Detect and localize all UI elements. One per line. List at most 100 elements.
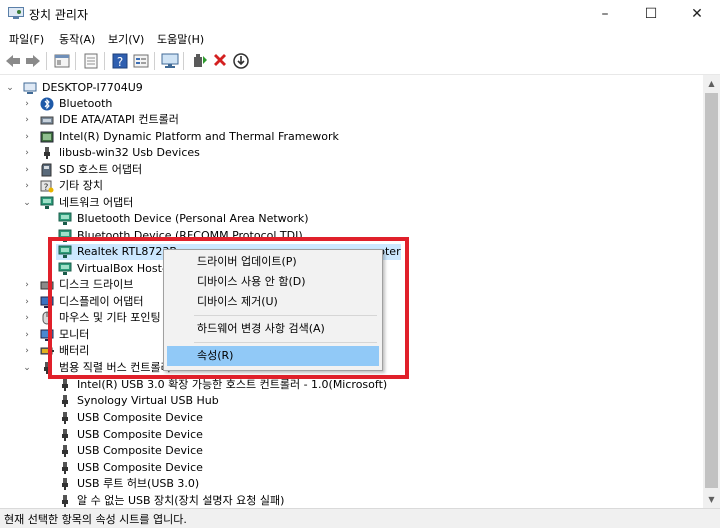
tree-item-label: USB Composite Device [77,411,203,424]
ide-controller-icon [40,116,54,125]
usb-plug-icon [62,445,68,457]
add-driver-icon[interactable] [191,52,209,70]
tree-item-label: USB Composite Device [77,428,203,441]
expand-chevron-icon[interactable]: › [22,343,32,359]
uninstall-x-icon[interactable] [211,52,229,70]
status-bar: 현재 선택한 항목의 속성 시트를 엽니다. [0,508,720,528]
tree-item-label: libusb-win32 Usb Devices [59,146,200,159]
bluetooth-icon [40,97,54,111]
toolbar: ? [0,48,720,75]
computer-icon [23,82,37,94]
vertical-scrollbar[interactable]: ▲ ▼ [703,75,720,508]
expand-chevron-icon[interactable]: › [22,294,32,310]
tree-item-label: USB Composite Device [77,444,203,457]
view-icon[interactable] [132,52,150,70]
tree-item[interactable]: › Intel(R) Dynamic Platform and Thermal … [0,129,400,145]
update-driver-down-icon[interactable] [232,52,250,70]
expand-chevron-icon[interactable]: › [22,96,32,112]
collapse-chevron-icon[interactable]: ⌄ [22,195,32,211]
tree-item[interactable]: › libusb-win32 Usb Devices [0,145,400,161]
usb-plug-icon [44,147,50,159]
expand-chevron-icon[interactable]: › [22,277,32,293]
chip-icon [40,131,54,143]
tree-item[interactable]: 알 수 없는 USB 장치(장치 설명자 요청 실패) [0,493,400,508]
network-adapter-icon [40,196,54,209]
menu-action[interactable]: 동작(A) [59,31,95,47]
usb-plug-icon [62,379,68,391]
expand-chevron-icon[interactable]: › [22,145,32,161]
usb-plug-icon [62,412,68,424]
tree-item-label: Synology Virtual USB Hub [77,394,219,407]
tree-item[interactable]: Intel(R) USB 3.0 확장 가능한 호스트 컨트롤러 - 1.0(M… [0,377,500,393]
toolbar-separator [46,52,47,70]
tree-item-label: IDE ATA/ATAPI 컨트롤러 [59,113,179,126]
tree-item-label: Intel(R) USB 3.0 확장 가능한 호스트 컨트롤러 - 1.0(M… [77,378,388,391]
scrollbar-thumb[interactable] [705,93,718,488]
tree-item[interactable]: Synology Virtual USB Hub [0,393,400,409]
expand-chevron-icon[interactable]: › [22,129,32,145]
window-title: 장치 관리자 [29,8,89,22]
menu-view[interactable]: 보기(V) [108,31,144,47]
tree-item[interactable]: USB Composite Device [0,460,400,476]
properties-icon[interactable] [53,52,71,70]
expand-chevron-icon[interactable]: › [22,162,32,178]
usb-plug-icon [62,478,68,490]
scroll-down-icon[interactable]: ▼ [703,491,720,508]
svg-text:?: ? [117,55,123,69]
usb-plug-icon [62,495,68,507]
expand-chevron-icon[interactable]: › [22,178,32,194]
usb-plug-icon [62,462,68,474]
tree-root[interactable]: ⌄ DESKTOP-I7704U9 [0,80,400,96]
back-arrow-icon[interactable] [4,52,22,70]
tree-item-label: 알 수 없는 USB 장치(장치 설명자 요청 실패) [77,494,285,507]
forward-arrow-icon[interactable] [24,52,42,70]
usb-plug-icon [62,429,68,441]
tree-item-label: Intel(R) Dynamic Platform and Thermal Fr… [59,130,339,143]
maximize-button[interactable]: ☐ [628,0,674,28]
tree-item[interactable]: USB Composite Device [0,443,400,459]
status-text: 현재 선택한 항목의 속성 시트를 엽니다. [4,513,187,526]
menu-file[interactable]: 파일(F) [9,31,44,47]
tree-item[interactable]: USB Composite Device [0,427,400,443]
tree-item-label: Bluetooth [59,97,113,110]
title-bar: 장치 관리자 – ☐ ✕ [0,0,720,28]
sd-card-icon [41,163,52,177]
tree-item[interactable]: USB 루트 허브(USB 3.0) [0,476,400,492]
usb-plug-icon [62,395,68,407]
menu-help[interactable]: 도움말(H) [157,31,204,47]
tree-item[interactable]: › SD 호스트 어댑터 [0,162,400,178]
device-manager-icon [8,7,24,19]
close-button[interactable]: ✕ [674,0,720,28]
toolbar-separator [75,52,76,70]
tree-item-label: 기타 장치 [59,179,103,192]
tree-item[interactable]: Bluetooth Device (Personal Area Network) [0,211,400,227]
annotation-highlight-box [48,237,409,379]
tree-item[interactable]: › Bluetooth [0,96,400,112]
monitor-scan-icon[interactable] [161,52,179,70]
expand-chevron-icon[interactable]: › [22,327,32,343]
tree-item-label: SD 호스트 어댑터 [59,163,143,176]
toolbar-separator [154,52,155,70]
collapse-chevron-icon[interactable]: ⌄ [5,80,15,96]
scroll-up-icon[interactable]: ▲ [703,75,720,92]
tree-item-label: Bluetooth Device (Personal Area Network) [77,212,309,225]
toolbar-separator [183,52,184,70]
tree-item-label: USB Composite Device [77,461,203,474]
unknown-device-icon: ? [40,180,54,193]
show-hidden-icon[interactable] [82,52,100,70]
tree-item[interactable]: › IDE ATA/ATAPI 컨트롤러 [0,112,400,128]
svg-text:?: ? [44,183,49,193]
expand-chevron-icon[interactable]: › [22,112,32,128]
help-icon[interactable]: ? [111,52,129,70]
computer-name: DESKTOP-I7704U9 [42,81,143,94]
tree-item-network[interactable]: ⌄ 네트워크 어댑터 [0,195,400,211]
tree-item-label: USB 루트 허브(USB 3.0) [77,477,200,490]
minimize-button[interactable]: – [582,0,628,28]
expand-chevron-icon[interactable]: › [22,310,32,326]
tree-item[interactable]: USB Composite Device [0,410,400,426]
tree-item-label: 네트워크 어댑터 [59,196,134,209]
toolbar-separator [104,52,105,70]
tree-item[interactable]: › ? 기타 장치 [0,178,400,194]
menu-bar: 파일(F) 동작(A) 보기(V) 도움말(H) [0,28,720,48]
collapse-chevron-icon[interactable]: ⌄ [22,360,32,376]
